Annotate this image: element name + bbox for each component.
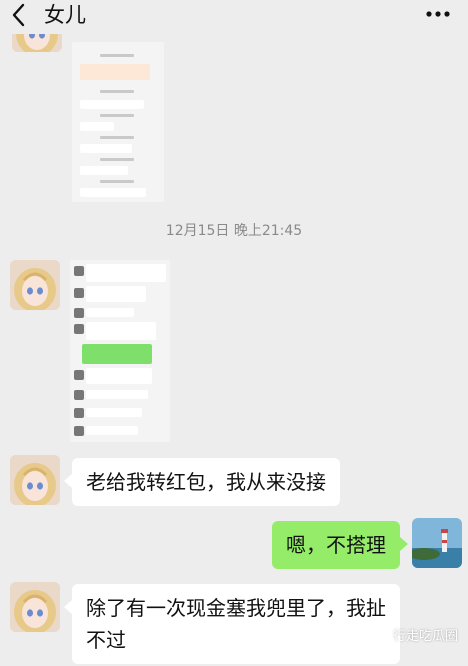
chevron-left-icon — [12, 3, 25, 27]
chat-title: 女儿 — [44, 3, 86, 27]
lighthouse-landscape-avatar-icon — [412, 518, 462, 568]
message-bubble[interactable]: 老给我转红包，我从来没接 — [64, 458, 340, 506]
wechat-logo-icon — [370, 627, 389, 642]
contact-avatar[interactable] — [10, 260, 60, 310]
watermark-text: 行走吃瓜圈 — [392, 629, 458, 644]
chat-header: 女儿 — [0, 0, 468, 34]
self-avatar[interactable] — [412, 518, 462, 568]
chat-timestamp: 12月15日 晚上21:45 — [165, 223, 303, 239]
message-bubble-self[interactable]: 嗯，不搭理 — [272, 521, 408, 569]
message-bubble[interactable]: 除了有一次现金塞我兜里了，我扯 不过 — [64, 584, 400, 664]
watermark: 行走吃瓜圈 — [370, 625, 458, 644]
screenshot-image[interactable] — [70, 260, 170, 442]
more-button[interactable] — [422, 0, 454, 28]
screenshot-image[interactable] — [72, 42, 164, 202]
anime-girl-avatar-icon — [10, 582, 60, 632]
contact-avatar[interactable] — [10, 455, 60, 505]
contact-avatar[interactable] — [10, 582, 60, 632]
anime-girl-avatar-icon — [10, 455, 60, 505]
back-button[interactable] — [6, 0, 32, 30]
anime-girl-avatar-icon — [10, 260, 60, 310]
ellipsis-icon — [426, 11, 450, 17]
